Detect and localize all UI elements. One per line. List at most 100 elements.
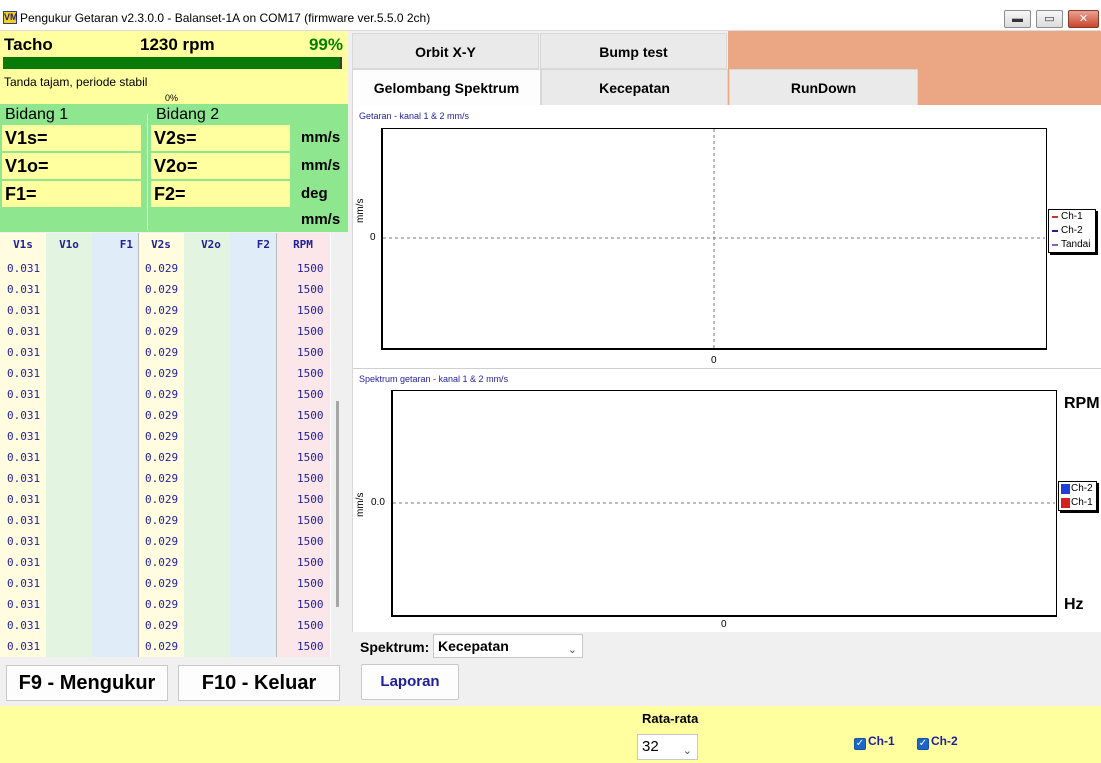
- tab-speed[interactable]: Kecepatan: [541, 69, 728, 106]
- exit-button[interactable]: F10 - Keluar: [178, 665, 340, 701]
- table-row[interactable]: 0.031 0.029 1500: [0, 301, 330, 322]
- spectrum-x-tick: 0: [721, 619, 727, 630]
- averaging-select-value: 32: [642, 738, 659, 755]
- spectrum-y-tick: 0.0: [371, 497, 385, 508]
- measurement-table[interactable]: V1s V1o F1 V2s V2o F2 RPM 0.031 0.029 1500…: [0, 233, 348, 657]
- table-row[interactable]: 0.031 0.029 1500: [0, 637, 330, 657]
- table-row[interactable]: 0.031 0.029 1500: [0, 406, 330, 427]
- table-row[interactable]: 0.031 0.029 1500: [0, 280, 330, 301]
- report-button[interactable]: Laporan: [361, 664, 459, 700]
- table-row[interactable]: 0.031 0.029 1500: [0, 322, 330, 343]
- table-row[interactable]: 0.031 0.029 1500: [0, 511, 330, 532]
- cell-v2s: 0.029: [145, 598, 179, 611]
- tacho-rpm: 1230 rpm: [140, 35, 215, 54]
- maximize-icon: ▭: [1044, 13, 1055, 25]
- ch2-checkbox[interactable]: ✓ Ch-2: [917, 734, 958, 750]
- cell-v2s: 0.029: [145, 325, 179, 338]
- ch1-checkbox[interactable]: ✓ Ch-1: [854, 734, 895, 750]
- tab-rundown[interactable]: RunDown: [729, 69, 918, 106]
- cell-v1s: 0.031: [7, 619, 41, 632]
- v2s-field: V2s=: [151, 125, 290, 151]
- table-scrollbar[interactable]: [331, 233, 348, 657]
- legend-swatch: [1052, 216, 1058, 218]
- cell-rpm: 1500: [297, 598, 324, 611]
- tab-bump-test[interactable]: Bump test: [540, 33, 727, 69]
- table-row[interactable]: 0.031 0.029 1500: [0, 364, 330, 385]
- cell-v2s: 0.029: [145, 556, 179, 569]
- header-f2[interactable]: F2: [230, 233, 276, 257]
- table-row[interactable]: 0.031 0.029 1500: [0, 553, 330, 574]
- legend-swatch: [1061, 498, 1070, 508]
- rpm-axis-label: RPM: [1064, 395, 1100, 412]
- table-row[interactable]: 0.031 0.029 1500: [0, 490, 330, 511]
- cell-v1s: 0.031: [7, 598, 41, 611]
- table-row[interactable]: 0.031 0.029 1500: [0, 448, 330, 469]
- averaging-select[interactable]: 32 ⌄: [637, 734, 698, 760]
- scroll-thumb[interactable]: [336, 401, 339, 607]
- table-row[interactable]: 0.031 0.029 1500: [0, 343, 330, 364]
- close-button[interactable]: ✕: [1068, 10, 1099, 28]
- legend-item: Ch-2: [1059, 482, 1096, 496]
- waveform-chart-title: Getaran - kanal 1 & 2 mm/s: [359, 111, 470, 121]
- table-row[interactable]: 0.031 0.029 1500: [0, 427, 330, 448]
- legend-item: Ch-1: [1059, 496, 1096, 510]
- table-header: V1s V1o F1 V2s V2o F2 RPM: [0, 233, 330, 257]
- minimize-icon: ▬: [1012, 13, 1023, 25]
- cell-v1s: 0.031: [7, 262, 41, 275]
- waveform-y-axis-label: mm/s: [355, 198, 366, 223]
- minimize-button[interactable]: ▬: [1004, 10, 1031, 28]
- tacho-label: Tacho: [4, 35, 53, 54]
- cell-rpm: 1500: [297, 556, 324, 569]
- header-rpm[interactable]: RPM: [276, 233, 330, 257]
- plane-divider: [147, 114, 148, 230]
- waveform-y-tick: 0: [370, 232, 376, 243]
- averaging-label: Rata-rata: [642, 711, 699, 726]
- spectrum-select[interactable]: Kecepatan ⌄: [433, 634, 583, 658]
- header-v2s[interactable]: V2s: [138, 233, 184, 257]
- ch1-label: Ch-1: [868, 734, 895, 748]
- table-row[interactable]: 0.031 0.029 1500: [0, 616, 330, 637]
- tacho-status: Tanda tajam, periode stabil: [4, 75, 148, 89]
- spectrum-chart-title: Spektrum getaran - kanal 1 & 2 mm/s: [359, 374, 509, 384]
- cell-v2s: 0.029: [145, 304, 179, 317]
- table-row[interactable]: 0.031 0.029 1500: [0, 574, 330, 595]
- cell-v1s: 0.031: [7, 304, 41, 317]
- cell-v1s: 0.031: [7, 493, 41, 506]
- cell-rpm: 1500: [297, 619, 324, 632]
- cell-v2s: 0.029: [145, 514, 179, 527]
- function-button-bar: F9 - Mengukur F10 - Keluar: [0, 657, 348, 706]
- cell-v2s: 0.029: [145, 367, 179, 380]
- tab-waveform-spectrum[interactable]: Gelombang Spektrum: [352, 69, 541, 106]
- close-icon: ✕: [1078, 13, 1089, 25]
- unit-label: mm/s: [301, 157, 341, 174]
- table-row[interactable]: 0.031 0.029 1500: [0, 385, 330, 406]
- chart-separator: [353, 368, 1101, 369]
- cell-rpm: 1500: [297, 640, 324, 653]
- header-v1o[interactable]: V1o: [46, 233, 92, 257]
- header-f1[interactable]: F1: [92, 233, 138, 257]
- v1s-field: V1s=: [2, 125, 141, 151]
- cell-v1s: 0.031: [7, 472, 41, 485]
- cell-v2s: 0.029: [145, 535, 179, 548]
- measure-button[interactable]: F9 - Mengukur: [6, 665, 168, 701]
- table-row[interactable]: 0.031 0.029 1500: [0, 469, 330, 490]
- cell-rpm: 1500: [297, 409, 324, 422]
- table-row[interactable]: 0.031 0.029 1500: [0, 532, 330, 553]
- plane1-title: Bidang 1: [5, 106, 69, 123]
- f1-field: F1=: [2, 181, 141, 207]
- waveform-plot[interactable]: [381, 128, 1047, 350]
- cell-v2s: 0.029: [145, 409, 179, 422]
- table-row[interactable]: 0.031 0.029 1500: [0, 259, 330, 280]
- hz-axis-label: Hz: [1064, 596, 1084, 613]
- maximize-button[interactable]: ▭: [1036, 10, 1063, 28]
- spectrum-plot[interactable]: [391, 390, 1057, 617]
- app-icon: VM: [3, 11, 18, 24]
- header-v1s[interactable]: V1s: [0, 233, 46, 257]
- plane2-title: Bidang 2: [156, 106, 220, 123]
- chevron-down-icon: ⌄: [567, 644, 577, 656]
- tab-orbit[interactable]: Orbit X-Y: [352, 33, 539, 69]
- table-row[interactable]: 0.031 0.029 1500: [0, 595, 330, 616]
- cell-rpm: 1500: [297, 262, 324, 275]
- cell-v1s: 0.031: [7, 430, 41, 443]
- cell-v2s: 0.029: [145, 262, 179, 275]
